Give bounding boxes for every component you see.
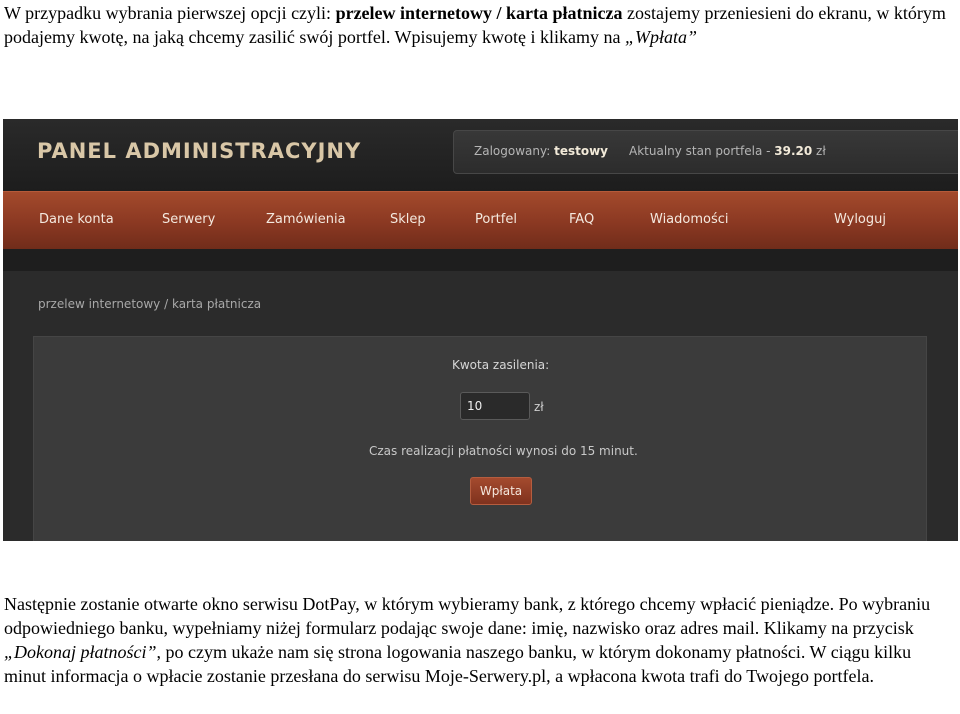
panel-brand-logo: PANEL ADMINISTRACYJNY [37,139,362,163]
wallet-label: Aktualny stan portfela - [629,144,775,158]
amount-label: Kwota zasilenia: [452,358,550,372]
nav-item-wyloguj[interactable]: Wyloguj [834,212,886,227]
wallet-currency: zł [812,144,826,158]
nav-item-wiadomosci[interactable]: Wiadomości [650,212,729,227]
intro-paragraph: W przypadku wybrania pierwszej opcji czy… [4,1,954,49]
topup-form-panel: Kwota zasilenia: zł Czas realizacji płat… [33,336,927,541]
processing-time-note: Czas realizacji płatności wynosi do 15 m… [369,444,638,458]
wallet-balance-info: Aktualny stan portfela - 39.20 zł [629,144,826,158]
breadcrumb: przelew internetowy / karta płatnicza [38,297,262,311]
nav-item-portfel[interactable]: Portfel [475,212,517,227]
pay-button-reference: „Dokonaj płatności” [4,642,157,662]
nav-item-serwery[interactable]: Serwery [162,212,215,227]
option-name: przelew internetowy / karta płatnicza [335,3,623,23]
dotpay-text-part1: Następnie zostanie otwarte okno serwisu … [4,594,931,638]
main-navigation: Dane konta Serwery Zamówienia Sklep Port… [3,191,958,250]
nav-item-zamowienia[interactable]: Zamówienia [266,212,346,227]
nav-underline-strip [3,249,958,271]
logged-user-info: Zalogowany: testowy [474,144,608,158]
intro-text: W przypadku wybrania pierwszej opcji czy… [4,3,336,23]
nav-item-sklep[interactable]: Sklep [390,212,426,227]
dotpay-paragraph: Następnie zostanie otwarte okno serwisu … [4,592,954,688]
nav-item-faq[interactable]: FAQ [569,212,594,227]
wplata-button[interactable]: Wpłata [470,477,532,505]
logged-label: Zalogowany: [474,144,555,158]
admin-panel-screenshot: PANEL ADMINISTRACYJNY Zalogowany: testow… [3,119,958,541]
amount-input[interactable] [460,392,530,420]
account-status-box: Zalogowany: testowy Aktualny stan portfe… [453,130,958,174]
username: testowy [554,144,608,158]
wallet-value: 39.20 [774,144,813,158]
nav-item-dane-konta[interactable]: Dane konta [39,212,114,227]
button-reference: „Wpłata” [625,27,698,47]
panel-header: PANEL ADMINISTRACYJNY Zalogowany: testow… [3,119,958,191]
currency-label: zł [534,400,544,414]
